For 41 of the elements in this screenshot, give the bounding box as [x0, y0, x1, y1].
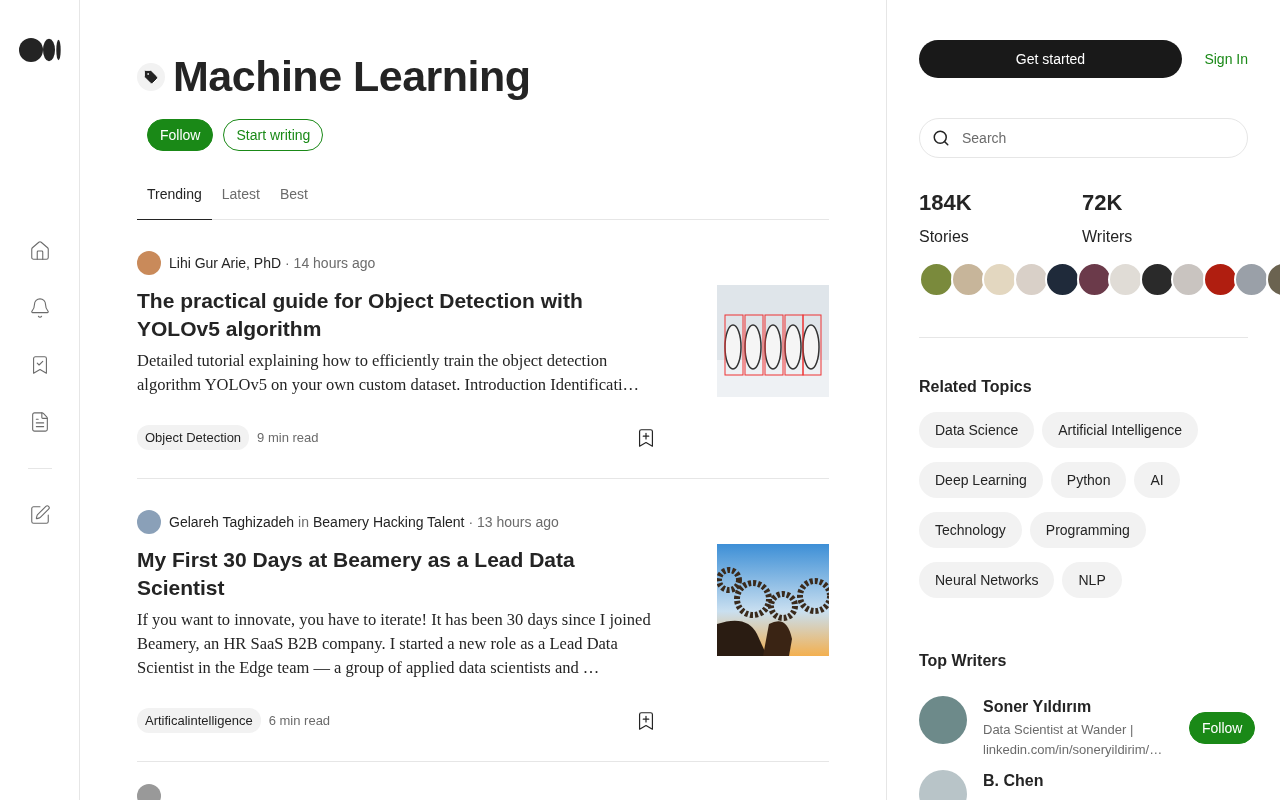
author-name[interactable]: Gelareh Taghizadeh [169, 514, 295, 530]
get-started-button[interactable]: Get started [919, 40, 1182, 78]
read-time: 9 min read [257, 430, 320, 445]
post-time: · 14 hours ago [285, 255, 376, 271]
article-excerpt: Detailed tutorial explaining how to efficiently train the object detection algorithm YOLOv5 on your own custom dataset. Introduction Identificati… [137, 350, 641, 396]
article-title[interactable]: The practical guide for Object Detection with YOLOv5 algorithm [137, 287, 657, 343]
topic-chip[interactable]: Technology [919, 512, 1022, 548]
tab[interactable]: Latest [211, 177, 270, 220]
stat-value: 184K [919, 190, 973, 216]
topic-chip[interactable]: Python [1050, 462, 1127, 498]
start-writing-button[interactable]: Start writing [223, 119, 324, 151]
sign-in-link[interactable]: Sign In [1204, 51, 1248, 67]
stat-value: 72K [1082, 190, 1124, 216]
tab[interactable]: Trending [137, 177, 212, 220]
topic-chip[interactable]: NLP [1062, 562, 1122, 598]
topic-chip[interactable]: Programming [1029, 512, 1146, 548]
follow-button[interactable]: Follow [147, 119, 214, 151]
tag-chip[interactable]: Object Detection [137, 425, 250, 450]
follow-button[interactable]: Follow [1189, 712, 1256, 744]
article-title[interactable]: My First 30 Days at Beamery as a Lead Data Scientist [137, 546, 657, 602]
read-time: 6 min read [268, 713, 332, 728]
writer-bio: Data Scientist at Wander | linkedin.com/in/soneryildirim/… [983, 721, 1164, 759]
publication-name[interactable]: Beamery Hacking Talent [312, 514, 465, 530]
topic-chip[interactable]: Artificial Intelligence [1042, 412, 1198, 448]
topic-chip[interactable]: Deep Learning [919, 462, 1043, 498]
topic-chip[interactable]: Neural Networks [919, 562, 1055, 598]
author-name[interactable]: Lihi Gur Arie, PhD [169, 255, 282, 271]
post-time: · 13 hours ago [468, 514, 559, 530]
section-heading: Top Writers [919, 652, 1008, 670]
tag-chip[interactable]: Artificalintelligence [137, 708, 261, 733]
topic-chip[interactable]: Data Science [919, 412, 1035, 448]
section-heading: Related Topics [919, 378, 1033, 396]
writer-name[interactable]: Soner Yıldırım [983, 698, 1173, 716]
topic-chip[interactable]: AI [1134, 462, 1180, 498]
stat-label: Stories [919, 228, 970, 246]
in-label: in [298, 514, 309, 530]
stat-label: Writers [1082, 228, 1134, 246]
topic-title: Machine Learning [173, 52, 531, 101]
writer-name[interactable]: B. Chen [983, 772, 1248, 790]
tab[interactable]: Best [269, 177, 318, 220]
article-excerpt: If you want to innovate, you have to iterate! It has been 30 days since I joined Beamery, an HR SaaS B2B company. I started a new role as a Lead Data Scientist in the Edge team — a group of applied data scientists and … [137, 609, 652, 679]
